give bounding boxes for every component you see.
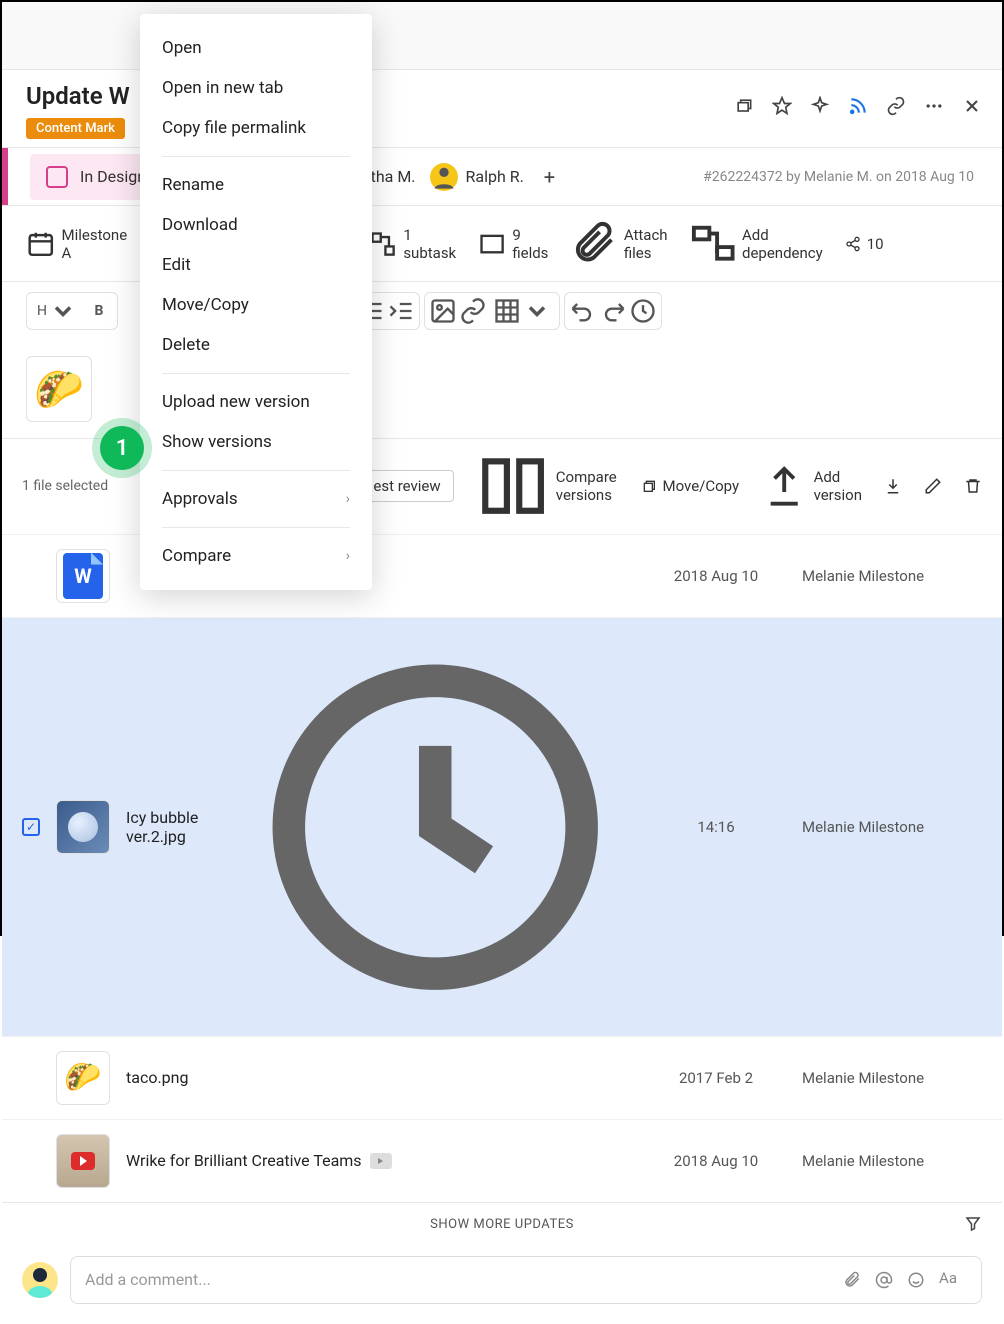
attach-files-button[interactable]: Attach files xyxy=(570,220,667,267)
taco-image[interactable]: 🌮 xyxy=(26,356,92,422)
image-button[interactable] xyxy=(429,297,457,325)
indent-button[interactable] xyxy=(387,297,415,325)
bold-button[interactable]: B xyxy=(85,297,113,325)
status-checkbox[interactable] xyxy=(46,166,68,188)
add-assignee-button[interactable]: + xyxy=(538,165,561,189)
file-date: 2018 Aug 10 xyxy=(646,567,786,585)
menu-open[interactable]: Open xyxy=(140,28,372,68)
task-meta: #262224372 by Melanie M. on 2018 Aug 10 xyxy=(703,169,974,185)
assignee-name: Ralph R. xyxy=(466,167,524,186)
redo-button[interactable] xyxy=(599,297,627,325)
show-more-button[interactable]: SHOW MORE UPDATES xyxy=(2,1202,1002,1246)
files-selected-label: 1 file selected xyxy=(22,478,108,494)
history-button[interactable] xyxy=(629,297,657,325)
share-button[interactable]: 10 xyxy=(845,235,884,253)
file-name: Wrike for Brilliant Creative Teams xyxy=(126,1151,630,1170)
delete-button[interactable] xyxy=(964,477,982,495)
header-actions xyxy=(734,96,982,116)
attach-icon[interactable] xyxy=(843,1269,861,1291)
undo-button[interactable] xyxy=(569,297,597,325)
download-button[interactable] xyxy=(884,477,902,495)
file-name: taco.png xyxy=(126,1068,630,1087)
file-row[interactable]: Wrike for Brilliant Creative Teams 2018 … xyxy=(2,1119,1002,1202)
compare-versions-button[interactable]: Compare versions xyxy=(476,449,619,523)
clock-icon xyxy=(240,632,630,1022)
menu-divider xyxy=(162,470,350,471)
menu-move-copy[interactable]: Move/Copy xyxy=(140,285,372,325)
annotation-badge: 1 xyxy=(100,426,144,470)
star-outline-icon[interactable] xyxy=(772,96,792,116)
menu-open-new-tab[interactable]: Open in new tab xyxy=(140,68,372,108)
assignees: Martha M. Ralph R. + xyxy=(342,163,561,191)
add-version-button[interactable]: Add version xyxy=(761,463,862,509)
menu-divider xyxy=(162,373,350,374)
avatar-icon xyxy=(430,163,458,191)
menu-approvals[interactable]: Approvals› xyxy=(140,479,372,519)
file-date: 2018 Aug 10 xyxy=(646,1152,786,1170)
file-name: Icy bubble ver.2.jpg xyxy=(126,632,630,1022)
menu-divider xyxy=(162,527,350,528)
file-date: 14:16 xyxy=(646,818,786,836)
add-dependency-button[interactable]: Add dependency xyxy=(690,220,823,266)
request-review-button[interactable]: est review xyxy=(360,470,453,502)
restore-icon[interactable] xyxy=(734,96,754,116)
menu-delete[interactable]: Delete xyxy=(140,325,372,365)
menu-rename[interactable]: Rename xyxy=(140,165,372,205)
filter-icon[interactable] xyxy=(964,1215,982,1237)
folder-badge[interactable]: Content Mark xyxy=(26,118,125,139)
video-badge-icon xyxy=(370,1153,392,1169)
table-button[interactable] xyxy=(489,297,555,325)
edit-button[interactable] xyxy=(924,477,942,495)
menu-download[interactable]: Download xyxy=(140,205,372,245)
subtask-button[interactable]: 1 subtask xyxy=(369,226,456,262)
file-row[interactable]: ✓ Icy bubble ver.2.jpg 14:16 Melanie Mil… xyxy=(2,617,1002,1036)
chevron-right-icon: › xyxy=(346,548,350,564)
assignee-ralph[interactable]: Ralph R. xyxy=(430,163,524,191)
menu-edit[interactable]: Edit xyxy=(140,245,372,285)
file-owner: Melanie Milestone xyxy=(802,567,982,585)
user-avatar-icon xyxy=(22,1262,58,1298)
status-accent xyxy=(2,148,8,205)
file-thumbnail xyxy=(56,800,110,854)
heading-button[interactable]: H xyxy=(31,297,83,325)
file-checkbox[interactable] xyxy=(22,1152,40,1170)
close-icon[interactable] xyxy=(962,96,982,116)
fields-button[interactable]: 9 fields xyxy=(478,226,548,262)
comment-bar: Add a comment... Aa xyxy=(2,1246,1002,1324)
menu-divider xyxy=(162,156,350,157)
context-menu: Open Open in new tab Copy file permalink… xyxy=(140,14,372,590)
format-icon[interactable]: Aa xyxy=(939,1269,957,1291)
more-icon[interactable] xyxy=(924,96,944,116)
file-thumbnail: W xyxy=(56,549,110,603)
menu-show-versions[interactable]: Show versions xyxy=(140,422,372,462)
file-date: 2017 Feb 2 xyxy=(646,1069,786,1087)
menu-compare[interactable]: Compare› xyxy=(140,536,372,576)
menu-copy-permalink[interactable]: Copy file permalink xyxy=(140,108,372,148)
menu-upload-new-version[interactable]: Upload new version xyxy=(140,382,372,422)
file-owner: Melanie Milestone xyxy=(802,818,982,836)
move-copy-button[interactable]: Move/Copy xyxy=(641,477,740,495)
file-thumbnail xyxy=(56,1134,110,1188)
link-button[interactable] xyxy=(459,297,487,325)
milestone-button[interactable]: Milestone A xyxy=(26,226,127,262)
mention-icon[interactable] xyxy=(875,1269,893,1291)
rss-icon[interactable] xyxy=(848,96,868,116)
file-owner: Melanie Milestone xyxy=(802,1152,982,1170)
chevron-right-icon: › xyxy=(346,491,350,507)
pin-icon[interactable] xyxy=(810,96,830,116)
link-icon[interactable] xyxy=(886,96,906,116)
file-thumbnail: 🌮 xyxy=(56,1051,110,1105)
file-row[interactable]: 🌮 taco.png 2017 Feb 2 Melanie Milestone xyxy=(2,1036,1002,1119)
file-checkbox[interactable] xyxy=(22,1069,40,1087)
status-label[interactable]: In Design xyxy=(80,167,146,186)
comment-input[interactable]: Add a comment... Aa xyxy=(70,1256,982,1304)
file-checkbox[interactable]: ✓ xyxy=(22,818,40,836)
file-checkbox[interactable] xyxy=(22,567,40,585)
file-owner: Melanie Milestone xyxy=(802,1069,982,1087)
emoji-icon[interactable] xyxy=(907,1269,925,1291)
